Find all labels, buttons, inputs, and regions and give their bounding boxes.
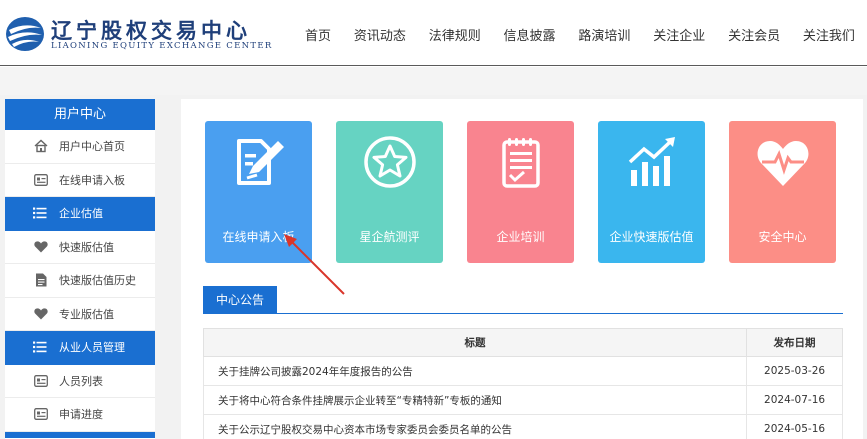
logo-english-name: LIAONING EQUITY EXCHANGE CENTER (51, 41, 273, 51)
nav-follow-us[interactable]: 关注我们 (803, 0, 855, 66)
column-header-title: 标题 (202, 328, 748, 357)
card-security-center[interactable]: 安全中心 (729, 121, 836, 263)
site-logo[interactable]: 辽宁股权交易中心 LIAONING EQUITY EXCHANGE CENTER (5, 12, 271, 56)
card-online-apply[interactable]: 在线申请入板 (205, 121, 312, 263)
sidebar-item-label: 人员列表 (59, 374, 103, 388)
sidebar-group-label: 从业人员管理 (59, 341, 125, 355)
table-row[interactable]: 关于将中心符合条件挂牌展示企业转至“专精特新”专板的通知 2024-07-16 (202, 385, 843, 415)
sidebar-item-quick-valuation-history[interactable]: 快速版估值历史 (5, 264, 155, 298)
list-icon (33, 206, 47, 220)
sidebar-item-label: 申请进度 (59, 408, 103, 422)
sidebar-item-label: 在线申请入板 (59, 173, 125, 187)
sidebar-item-label: 快速版估值 (59, 240, 114, 254)
nav-companies[interactable]: 关注企业 (653, 0, 705, 66)
card-label: 安全中心 (758, 230, 807, 244)
header-spacer (0, 67, 867, 95)
card-label: 企业培训 (496, 230, 545, 244)
notice-table: 标题 发布日期 关于挂牌公司披露2024年年度报告的公告 2025-03-26 … (202, 328, 843, 439)
notice-tab-underline (203, 313, 843, 314)
tab-center-notice[interactable]: 中心公告 (203, 286, 277, 314)
logo-icon (6, 17, 44, 51)
growth-chart-icon (598, 132, 705, 192)
main-nav: 首页 资讯动态 法律规则 信息披露 路演培训 关注企业 关注会员 关注我们 (305, 0, 867, 66)
sidebar-item-pro-valuation[interactable]: 专业版估值 (5, 298, 155, 331)
document-icon (34, 273, 48, 287)
notice-title[interactable]: 关于将中心符合条件挂牌展示企业转至“专精特新”专板的通知 (202, 385, 748, 415)
id-card-icon (34, 173, 48, 187)
card-enterprise-training[interactable]: 企业培训 (467, 121, 574, 263)
sidebar-group-valuation[interactable]: 企业估值 (5, 197, 155, 231)
column-header-date: 发布日期 (746, 328, 843, 357)
heart-icon (34, 307, 48, 321)
nav-disclosure[interactable]: 信息披露 (504, 0, 556, 66)
list-icon (33, 340, 47, 354)
table-row[interactable]: 关于挂牌公司披露2024年年度报告的公告 2025-03-26 (202, 356, 843, 386)
notice-title[interactable]: 关于挂牌公司披露2024年年度报告的公告 (202, 356, 748, 386)
table-row[interactable]: 关于公示辽宁股权交易中心资本市场专家委员会委员名单的公告 2024-05-16 (202, 414, 843, 439)
card-quick-valuation[interactable]: 企业快速版估值 (598, 121, 705, 263)
heartbeat-icon (729, 132, 836, 192)
site-header: 辽宁股权交易中心 LIAONING EQUITY EXCHANGE CENTER… (0, 0, 867, 66)
nav-rules[interactable]: 法律规则 (429, 0, 481, 66)
sidebar-item-apply-progress[interactable]: 申请进度 (5, 398, 155, 432)
id-card-icon (34, 374, 48, 388)
card-label: 星企航测评 (359, 230, 420, 244)
nav-members[interactable]: 关注会员 (728, 0, 780, 66)
sidebar-item-label: 快速版估值历史 (59, 274, 136, 288)
sidebar-item-user-home[interactable]: 用户中心首页 (5, 130, 155, 164)
clipboard-check-icon (467, 132, 574, 192)
id-card-icon (34, 407, 48, 421)
edit-document-icon (205, 132, 312, 192)
home-icon (34, 139, 48, 153)
sidebar-next-group-edge (5, 431, 155, 438)
heart-icon (34, 240, 48, 254)
nav-roadshow[interactable]: 路演培训 (578, 0, 630, 66)
nav-news[interactable]: 资讯动态 (354, 0, 406, 66)
sidebar-item-staff-list[interactable]: 人员列表 (5, 365, 155, 398)
notice-date: 2024-05-16 (746, 414, 843, 439)
nav-home[interactable]: 首页 (305, 0, 331, 66)
sidebar-item-label: 用户中心首页 (59, 140, 125, 154)
card-label: 企业快速版估值 (609, 230, 694, 244)
user-center-sidebar: 用户中心 用户中心首页 在线申请入板 企业估值 快速版估值 快速版估值历史 专业… (5, 99, 155, 439)
sidebar-item-label: 专业版估值 (59, 307, 114, 321)
sidebar-group-label: 企业估值 (59, 207, 103, 221)
sidebar-title: 用户中心 (5, 99, 155, 130)
sidebar-item-quick-valuation[interactable]: 快速版估值 (5, 231, 155, 264)
notice-date: 2025-03-26 (746, 356, 843, 386)
notice-title[interactable]: 关于公示辽宁股权交易中心资本市场专家委员会委员名单的公告 (202, 414, 748, 439)
sidebar-group-staff[interactable]: 从业人员管理 (5, 331, 155, 365)
card-label: 在线申请入板 (222, 230, 295, 244)
main-panel: 在线申请入板 星企航测评 企业培训 企业快速版估值 安全中心 中心公告 标题 发… (181, 99, 863, 439)
star-badge-icon (336, 132, 443, 192)
sidebar-item-online-apply[interactable]: 在线申请入板 (5, 164, 155, 197)
card-star-evaluation[interactable]: 星企航测评 (336, 121, 443, 263)
notice-date: 2024-07-16 (746, 385, 843, 415)
